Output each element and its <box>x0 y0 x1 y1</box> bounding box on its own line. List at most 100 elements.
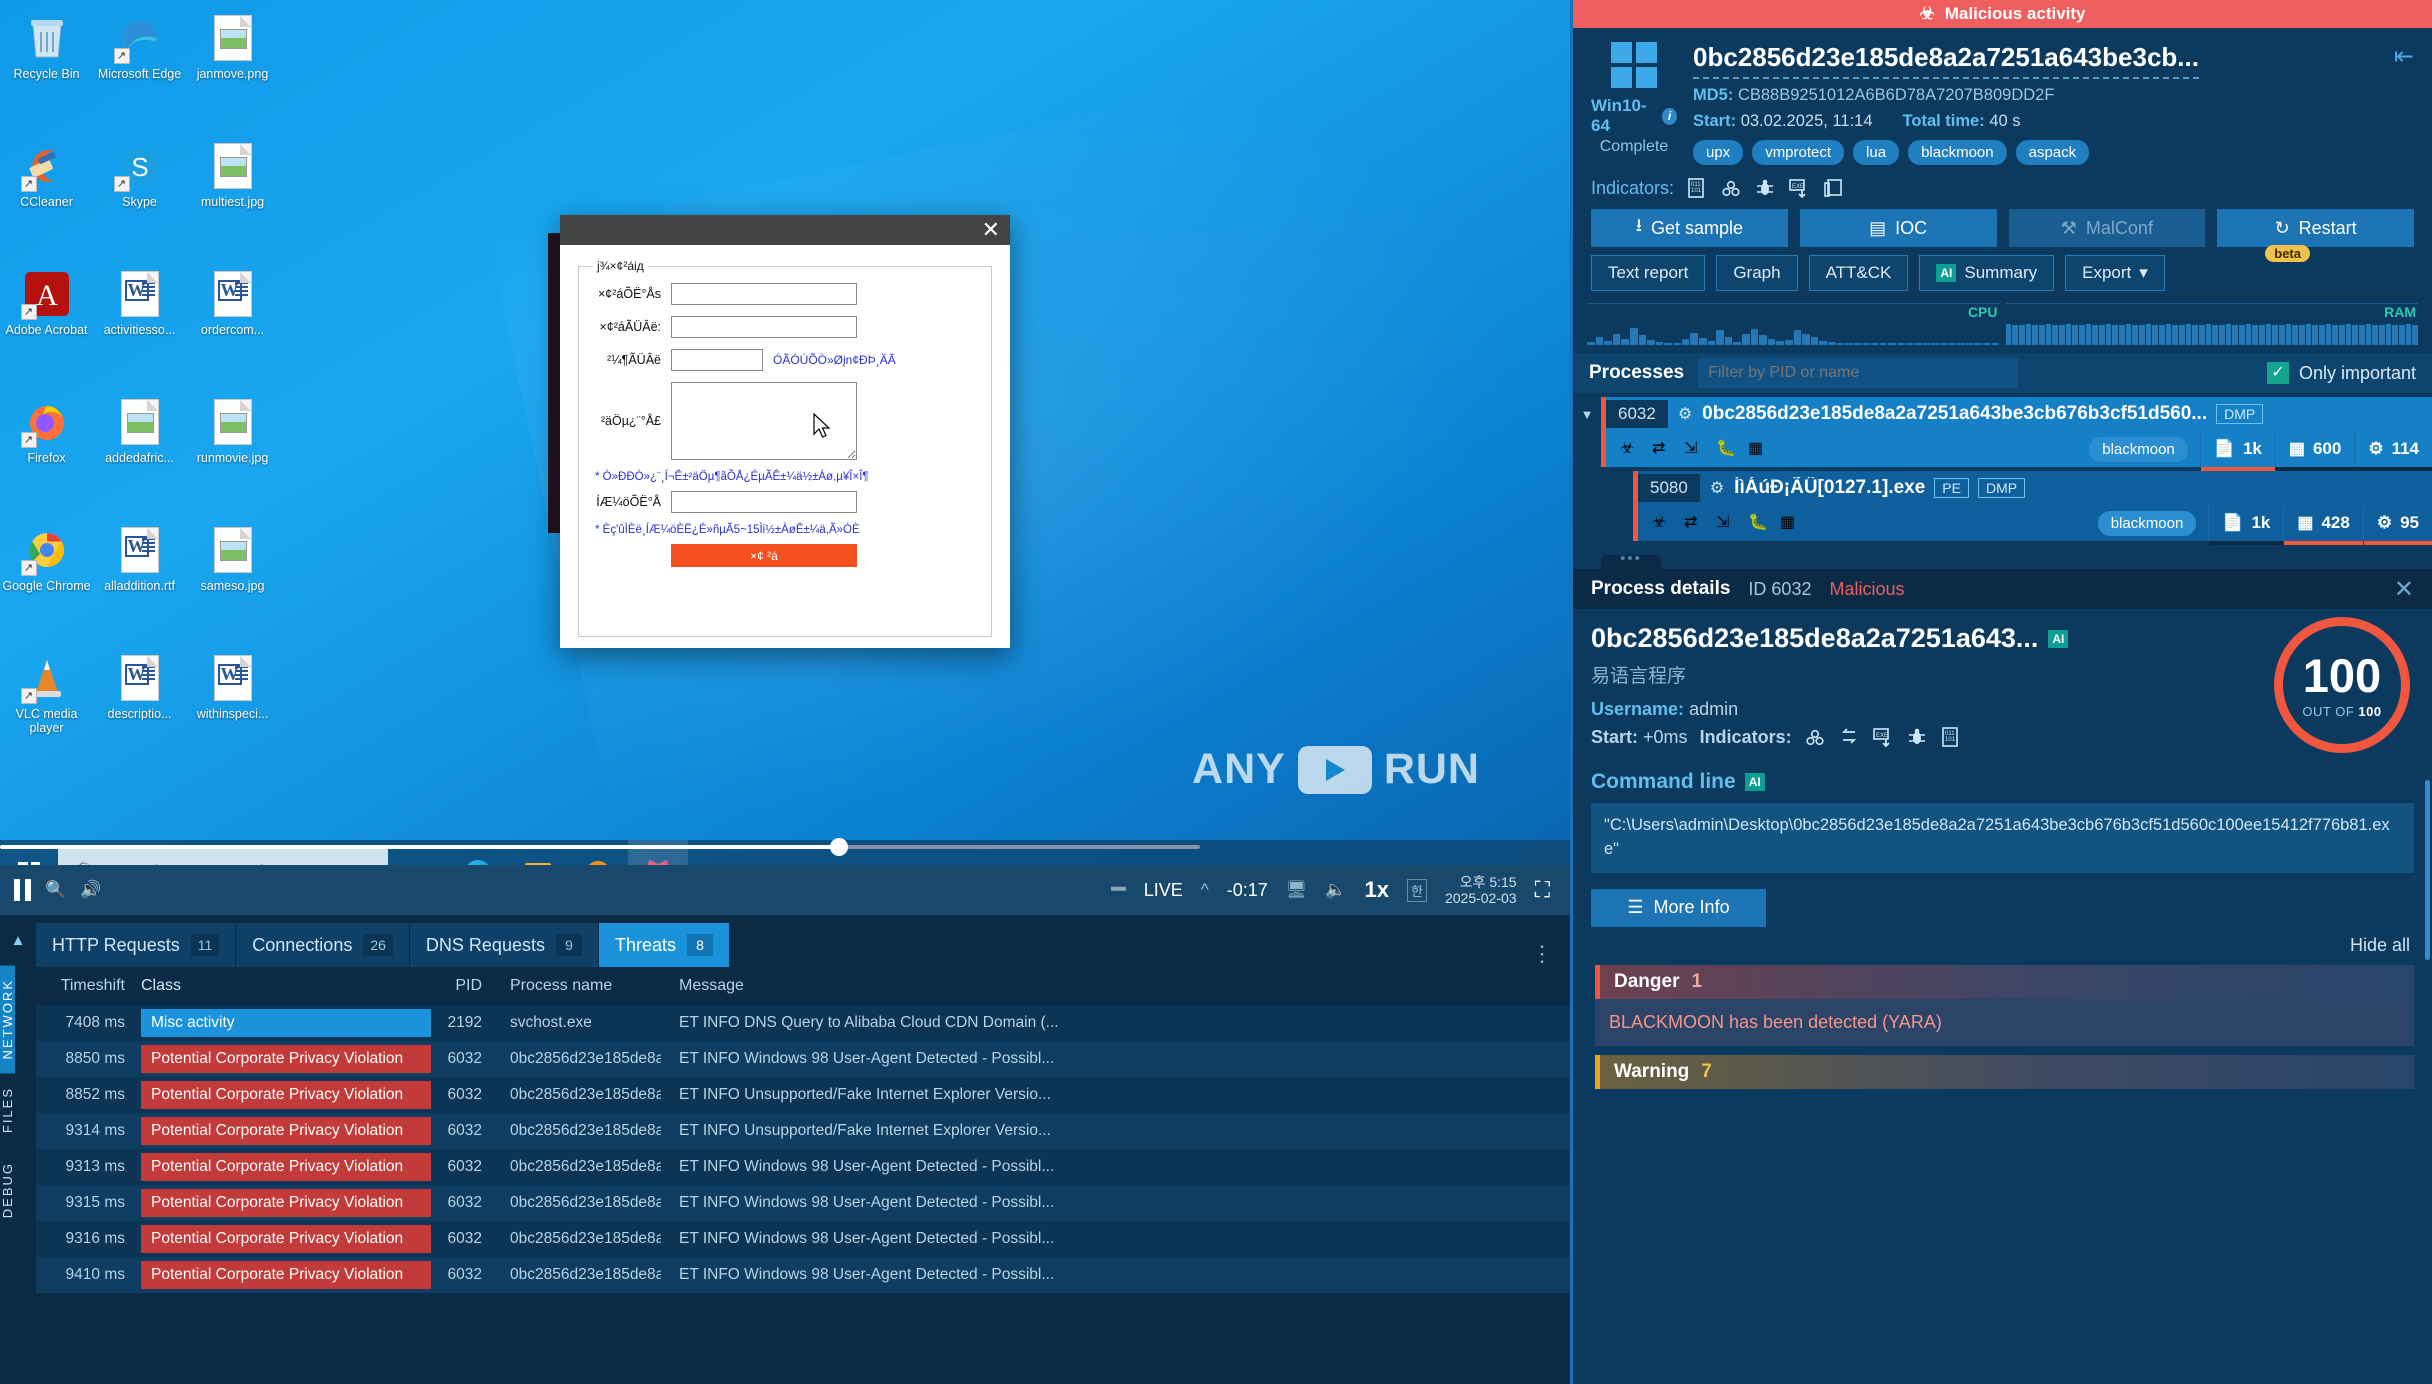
command-line-value[interactable]: "C:\Users\admin\Desktop\0bc2856d23e185de… <box>1591 803 2414 873</box>
table-row[interactable]: 8850 msPotential Corporate Privacy Viola… <box>36 1041 1570 1077</box>
desktop-icon[interactable]: ↗Firefox <box>0 392 93 520</box>
sample-tag[interactable]: aspack <box>2016 140 2090 165</box>
secondary-input[interactable] <box>671 349 763 371</box>
desktop-icon[interactable]: multiest.jpg <box>186 136 279 264</box>
ioc-button[interactable]: ▤IOC <box>1800 209 1997 247</box>
sample-tag[interactable]: blackmoon <box>1908 140 2007 165</box>
playback-scrubber[interactable] <box>0 845 1200 851</box>
process-row[interactable]: ▼6032⚙0bc2856d23e185de8a2a7251a643be3cb6… <box>1573 397 2432 431</box>
details-scrollbar[interactable] <box>2425 780 2430 960</box>
share-icon[interactable]: ⇤ <box>2394 42 2414 71</box>
chevron-up-icon[interactable]: ^ <box>1201 880 1209 900</box>
table-row[interactable]: 9314 msPotential Corporate Privacy Viola… <box>36 1113 1570 1149</box>
desktop-icon[interactable]: Wactivitiesso... <box>93 264 186 392</box>
exe-download-icon[interactable]: ⇲ <box>1684 438 1706 460</box>
tab-http-requests[interactable]: HTTP Requests11 <box>36 923 236 967</box>
biohazard-icon[interactable]: ☣ <box>1652 512 1674 534</box>
more-info-button[interactable]: ☰ More Info <box>1591 889 1766 927</box>
rail-files[interactable]: FILES <box>0 1073 15 1147</box>
stat-registry[interactable]: ▦428 <box>2283 505 2362 541</box>
badge-dmp[interactable]: DMP <box>1978 478 2025 498</box>
sample-tag[interactable]: vmprotect <box>1752 140 1844 165</box>
network-arrows-icon[interactable]: ⇄ <box>1652 438 1674 460</box>
referrer-input[interactable] <box>671 491 857 513</box>
biohazard-icon[interactable]: ☣ <box>1620 438 1642 460</box>
desktop-icon[interactable]: ↗Microsoft Edge <box>93 8 186 136</box>
badge-pe[interactable]: PE <box>1934 478 1969 498</box>
bug-icon[interactable] <box>1754 177 1776 199</box>
desktop-icon[interactable]: ↗CCleaner <box>0 136 93 264</box>
close-icon[interactable]: ✕ <box>2394 575 2414 604</box>
desktop-icon[interactable]: Wordercom... <box>186 264 279 392</box>
desktop-icon[interactable]: ↗VLC media player <box>0 648 93 776</box>
network-arrows-icon[interactable] <box>1838 726 1860 748</box>
speed-label[interactable]: 1x <box>1365 877 1389 903</box>
close-icon[interactable]: ✕ <box>982 217 1000 243</box>
binary-icon[interactable]: ▦ <box>1780 512 1802 534</box>
volume-icon[interactable]: 🔊 <box>80 880 101 900</box>
table-row[interactable]: 9316 msPotential Corporate Privacy Viola… <box>36 1221 1570 1257</box>
table-row[interactable]: 8852 msPotential Corporate Privacy Viola… <box>36 1077 1570 1113</box>
badge-dmp[interactable]: DMP <box>2216 404 2263 424</box>
rail-debug[interactable]: DEBUG <box>0 1148 15 1232</box>
biohazard-icon[interactable] <box>1720 177 1742 199</box>
malware-family-tag[interactable]: blackmoon <box>2098 511 2197 536</box>
table-row[interactable]: 7408 msMisc activity2192svchost.exeET IN… <box>36 1005 1570 1041</box>
att-ck-button[interactable]: ATT&CK <box>1809 255 1909 291</box>
tab-threats[interactable]: Threats8 <box>599 923 730 967</box>
speaker-icon[interactable]: 🔈 <box>1325 880 1346 900</box>
desktop-icon[interactable]: S↗Skype <box>93 136 186 264</box>
desktop-icon[interactable]: ↗Google Chrome <box>0 520 93 648</box>
stat-module[interactable]: ⚙95 <box>2363 505 2432 541</box>
windows-copy-icon[interactable] <box>1822 177 1844 199</box>
table-row[interactable]: 9313 msPotential Corporate Privacy Viola… <box>36 1149 1570 1185</box>
tab-dns-requests[interactable]: DNS Requests9 <box>410 923 599 967</box>
desktop-icon[interactable]: Walladdition.rtf <box>93 520 186 648</box>
scrubber-handle[interactable] <box>830 838 848 856</box>
process-row[interactable]: 5080⚙ÌìÁúÐ¡ÃÛ[0127.1].exePEDMP <box>1573 471 2432 505</box>
sample-tag[interactable]: upx <box>1693 140 1743 165</box>
summary-button[interactable]: AISummary <box>1919 255 2054 291</box>
desktop-icon[interactable]: Recycle Bin <box>0 8 93 136</box>
vm-desktop[interactable]: Recycle Bin↗Microsoft Edgejanmove.png ↗CC… <box>0 0 1570 905</box>
desktop-icon[interactable]: Wdescriptio... <box>93 648 186 776</box>
row-menu-icon[interactable]: ••• <box>1601 555 1661 569</box>
sample-tag[interactable]: lua <box>1853 140 1899 165</box>
overflow-menu-icon[interactable]: ⋮ <box>1515 941 1570 967</box>
desktop-icon[interactable]: janmove.png <box>186 8 279 136</box>
get-sample-button[interactable]: ⭳Get sample <box>1591 209 1788 247</box>
restart-button[interactable]: ↻Restart <box>2217 209 2414 247</box>
desktop-icon[interactable]: addedafric... <box>93 392 186 520</box>
table-row[interactable]: 9410 msPotential Corporate Privacy Viola… <box>36 1257 1570 1293</box>
text-report-button[interactable]: Text report <box>1591 255 1705 291</box>
only-important-toggle[interactable]: ✓ Only important <box>2267 362 2416 384</box>
monitor-icon[interactable]: 🖥 <box>1286 880 1308 900</box>
stat-file[interactable]: 📄1k <box>2208 505 2283 541</box>
exe-download-icon[interactable]: ⇲ <box>1716 512 1738 534</box>
desktop-icon[interactable]: runmovie.jpg <box>186 392 279 520</box>
pause-icon[interactable] <box>14 879 31 901</box>
sample-hash[interactable]: 0bc2856d23e185de8a2a7251a643be3cb... <box>1693 42 2199 79</box>
expand-triangle-icon[interactable]: ▼ <box>1573 407 1601 422</box>
collapse-icon[interactable]: ▲ <box>0 915 36 965</box>
hide-all-button[interactable]: Hide all <box>1591 935 2414 956</box>
graph-button[interactable]: Graph <box>1716 255 1797 291</box>
bug-icon[interactable]: 🐛 <box>1716 438 1738 460</box>
table-row[interactable]: 9315 msPotential Corporate Privacy Viola… <box>36 1185 1570 1221</box>
registration-dialog[interactable]: ✕ ј¾×¢²áід ×¢²áÕË°Ås ×¢²áÃÜÂë: <box>560 215 1010 648</box>
rail-network[interactable]: NETWORK <box>0 965 15 1073</box>
exe-download-icon[interactable]: EXE <box>1788 177 1810 199</box>
malconf-button[interactable]: ⚒MalConf <box>2009 209 2206 247</box>
stat-registry[interactable]: ▦600 <box>2275 431 2354 467</box>
binary-icon[interactable]: 011101 <box>1686 177 1708 199</box>
desktop-icon[interactable]: sameso.jpg <box>186 520 279 648</box>
password-input[interactable] <box>671 316 857 338</box>
minus-icon[interactable]: ━ <box>1111 885 1125 895</box>
severity-header[interactable]: Danger1 <box>1595 965 2414 999</box>
info-icon[interactable]: i <box>1662 108 1677 125</box>
binary-icon[interactable]: 011101 <box>1940 726 1962 748</box>
keyboard-lang-icon[interactable]: 한 <box>1407 879 1427 902</box>
fullscreen-icon[interactable]: ⛶ <box>1535 877 1550 903</box>
stat-module[interactable]: ⚙114 <box>2354 431 2432 467</box>
submit-button[interactable]: ×¢ ²á <box>671 544 857 567</box>
